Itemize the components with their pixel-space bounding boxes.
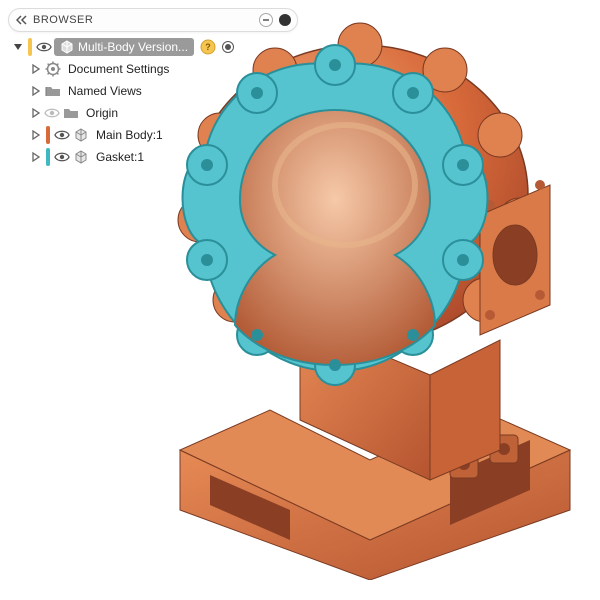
root-color-swatch [28,38,32,56]
tree-item-label: Document Settings [64,62,173,76]
svg-text:?: ? [205,42,211,52]
caret-right-icon[interactable] [30,129,42,141]
tree-item-origin[interactable]: Origin [8,102,298,124]
visibility-eye-icon[interactable] [36,39,52,55]
body-icon [72,148,90,166]
caret-right-icon[interactable] [30,107,42,119]
collapse-arrows-icon[interactable] [15,13,29,27]
tree-item-main-body[interactable]: Main Body:1 [8,124,298,146]
panel-title: BROWSER [33,14,255,26]
caret-right-icon[interactable] [30,151,42,163]
body-color-swatch [46,126,50,144]
root-label: Multi-Body Version... [78,40,188,54]
visibility-eye-off-icon[interactable] [44,105,60,121]
activate-component-radio[interactable] [222,41,234,53]
tree-item-gasket[interactable]: Gasket:1 [8,146,298,168]
folder-icon [44,82,62,100]
gear-icon [44,60,62,78]
component-icon [60,40,74,54]
folder-icon [62,104,80,122]
tree-item-label: Named Views [64,84,146,98]
caret-right-icon[interactable] [30,63,42,75]
panel-settings-dot[interactable] [279,14,291,26]
tree-item-named-views[interactable]: Named Views [8,80,298,102]
body-icon [72,126,90,144]
browser-panel: BROWSER Multi-Body Version... ? [8,8,298,168]
tree-root-row[interactable]: Multi-Body Version... ? [8,36,298,58]
tree-item-label: Origin [82,106,122,120]
tree-item-label: Main Body:1 [92,128,167,142]
root-component-chip[interactable]: Multi-Body Version... [54,38,194,56]
visibility-eye-icon[interactable] [54,127,70,143]
caret-down-icon[interactable] [12,41,24,53]
tree-item-document-settings[interactable]: Document Settings [8,58,298,80]
panel-minimize-button[interactable] [259,13,273,27]
tree-item-label: Gasket:1 [92,150,148,164]
browser-panel-header[interactable]: BROWSER [8,8,298,32]
browser-tree: Multi-Body Version... ? Document Setting… [8,36,298,168]
visibility-eye-icon[interactable] [54,149,70,165]
caret-right-icon[interactable] [30,85,42,97]
warning-badge-icon[interactable]: ? [200,39,216,55]
body-color-swatch [46,148,50,166]
